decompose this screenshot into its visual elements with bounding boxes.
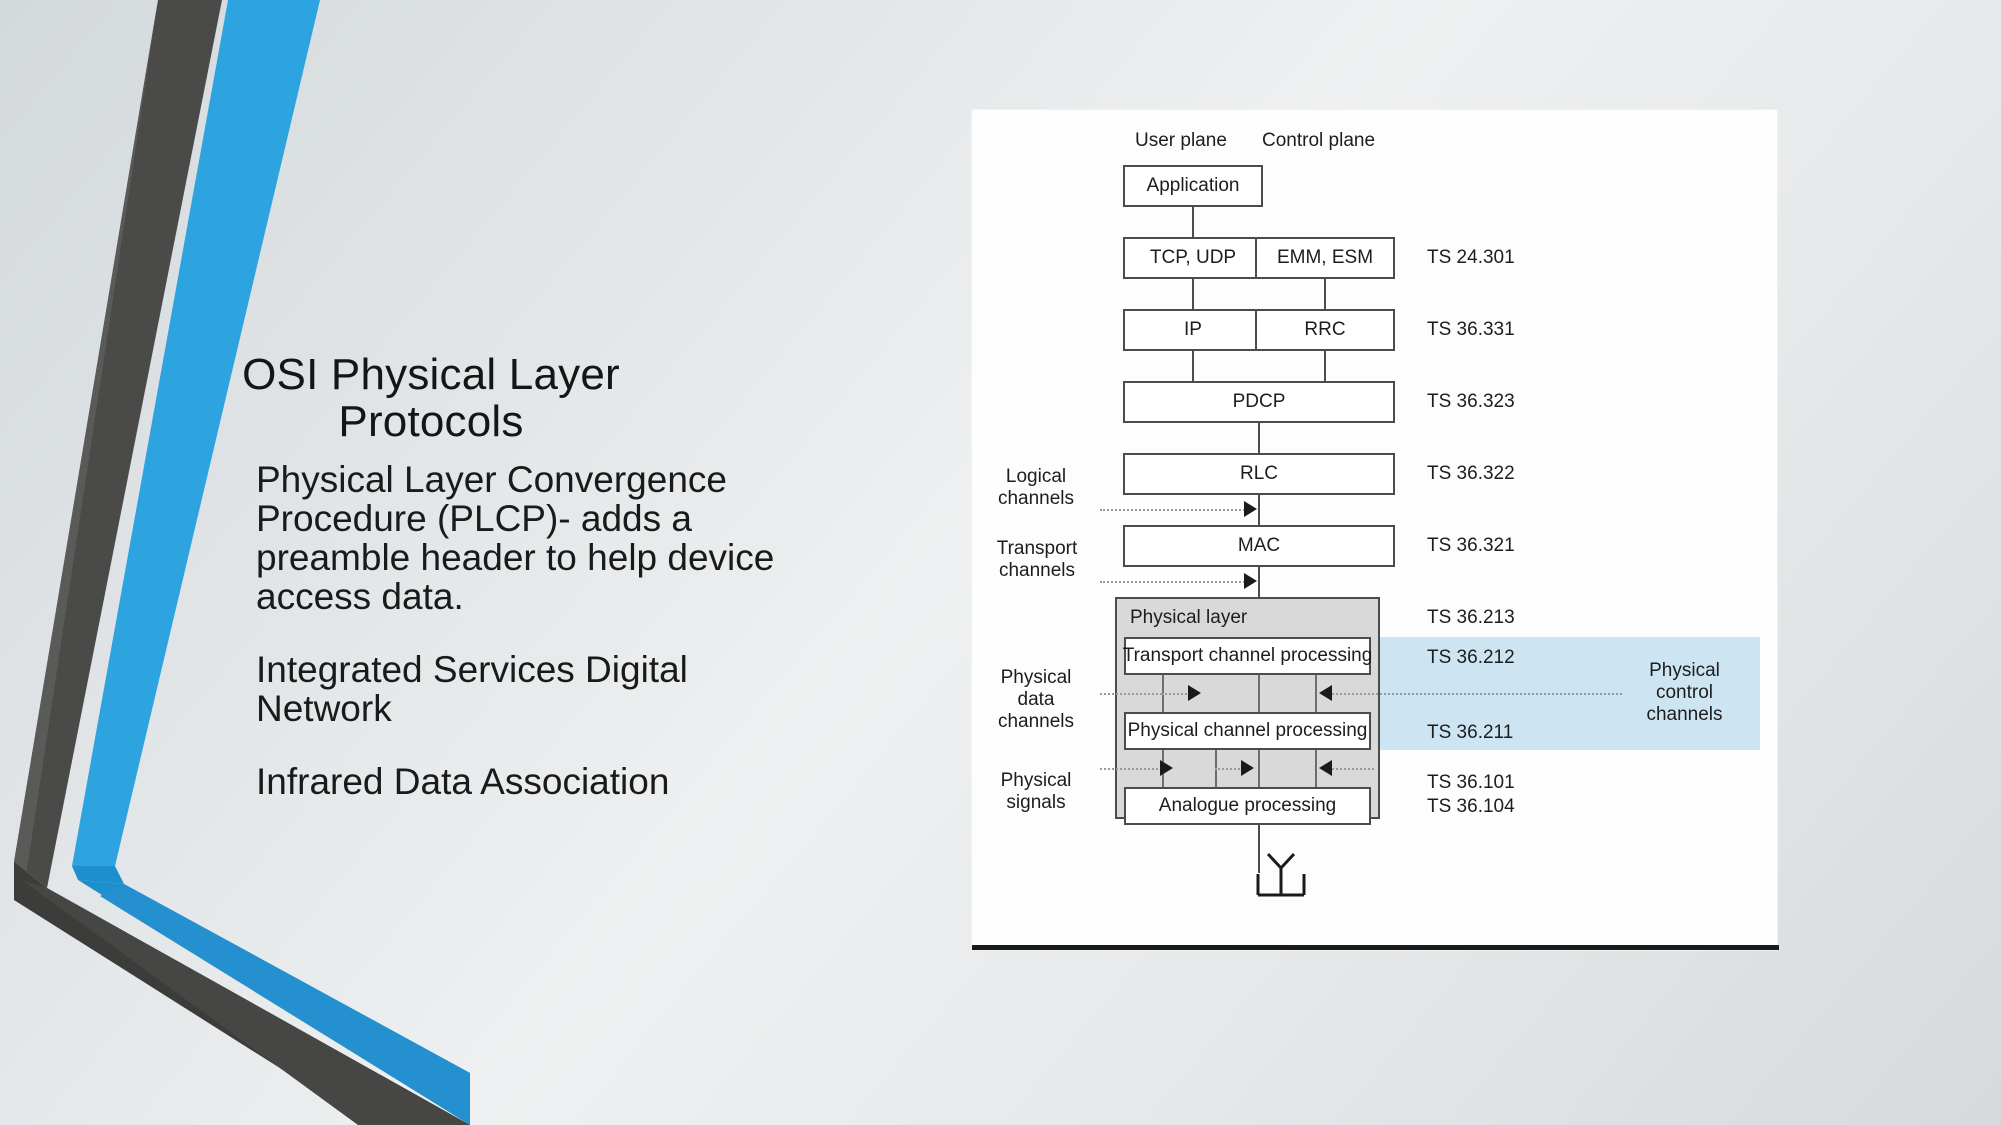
connector-mac-phy [1258,567,1260,597]
spec-ts-36-211: TS 36.211 [1427,722,1514,743]
connector-rlc-mac [1258,495,1260,525]
box-emm-esm: EMM, ESM [1255,237,1395,279]
dashline-transport [1100,581,1248,583]
box-mac: MAC [1123,525,1395,567]
physical-layer-container [1115,597,1380,819]
box-tcp-udp: TCP, UDP [1123,237,1263,279]
user-plane-header: User plane [1135,130,1227,151]
label-transport-channels: Transport channels [976,538,1098,582]
connector-emm-rrc [1324,279,1326,309]
spec-ts-36-321: TS 36.321 [1427,535,1515,556]
arrow-control-lower [1319,760,1332,776]
chevron-gray-lower-face [22,880,470,1125]
dashline-physical-signals-2 [1215,768,1243,770]
hook-control-lower [1315,756,1317,768]
box-analogue-processing: Analogue processing [1124,787,1371,825]
arrow-control-upper [1319,685,1332,701]
presentation-slide: OSI Physical Layer Protocols Physical La… [0,0,2001,1125]
arrow-physical-signals-2 [1241,760,1254,776]
hook-physical-data [1162,681,1164,693]
box-rlc: RLC [1123,453,1395,495]
box-rrc: RRC [1255,309,1395,351]
label-logical-channels-text: Logical channels [997,466,1075,510]
spec-ts-36-323: TS 36.323 [1427,391,1515,412]
dashline-logical [1100,509,1248,511]
phy-internal-connector-1 [1258,675,1260,712]
figure-canvas: User plane Control plane Application TCP… [972,110,1777,950]
spec-ts-36-212: TS 36.212 [1427,647,1515,668]
chevron-blue-bevel [72,866,124,884]
box-physical-channel-processing: Physical channel processing [1124,712,1371,750]
physical-layer-title: Physical layer [1130,607,1248,628]
connector-tcp-ip [1192,279,1194,309]
dashline-physical-data-2 [1162,693,1190,695]
connector-pdcp-rlc [1258,423,1260,453]
chevron-blue-lower-face [100,884,470,1125]
hook-physical-signals [1215,756,1217,768]
chevron-gray-lower [14,862,470,1125]
label-physical-data-channels: Physical data channels [982,667,1090,733]
spec-ts-36-322: TS 36.322 [1427,463,1515,484]
label-physical-signals-text: Physical signals [1000,770,1072,814]
connector-application-tcp [1192,207,1194,237]
connector-ip-pdcp [1192,351,1194,381]
box-application: Application [1123,165,1263,207]
spec-ts-36-331: TS 36.331 [1427,319,1515,340]
dashline-control-lower [1332,768,1374,770]
body-paragraph-1: Physical Layer Convergence Procedure (PL… [256,459,775,618]
arrow-physical-signals [1160,760,1173,776]
hook-control-upper [1315,681,1317,693]
body-paragraph-2: Integrated Services Digital Network [256,649,688,730]
box-pdcp: PDCP [1123,381,1395,423]
lte-protocol-stack-figure: User plane Control plane Application TCP… [972,110,1779,950]
spec-ts-36-213: TS 36.213 [1427,607,1515,628]
label-physical-signals: Physical signals [982,770,1090,814]
label-physical-control-channels-text: Physical control channels [1646,660,1723,726]
label-transport-channels-text: Transport channels [996,538,1078,582]
phy-internal-connector-2 [1258,750,1260,787]
figure-baseline [972,945,1779,950]
page-title: OSI Physical Layer Protocols [242,350,620,446]
label-logical-channels: Logical channels [980,466,1092,510]
arrow-transport [1244,573,1257,589]
label-physical-control-channels: Physical control channels [1627,660,1742,726]
spec-ts-36-101: TS 36.101 [1427,772,1515,793]
connector-rrc-pdcp [1324,351,1326,381]
dashline-physical-signals [1100,768,1162,770]
body-text-block: Physical Layer Convergence Procedure (PL… [256,460,796,801]
spec-ts-36-104: TS 36.104 [1427,796,1515,817]
box-ip: IP [1123,309,1263,351]
spec-ts-24-301: TS 24.301 [1427,247,1515,268]
arrow-logical [1244,501,1257,517]
dashline-control-upper [1332,693,1622,695]
antenna-icon [1256,852,1306,897]
arrow-physical-data [1188,685,1201,701]
control-plane-header: Control plane [1262,130,1376,151]
box-transport-channel-processing: Transport channel processing [1123,637,1372,675]
label-physical-data-channels-text: Physical data channels [997,667,1075,733]
dashline-physical-data [1100,693,1162,695]
body-paragraph-3: Infrared Data Association [256,761,670,803]
